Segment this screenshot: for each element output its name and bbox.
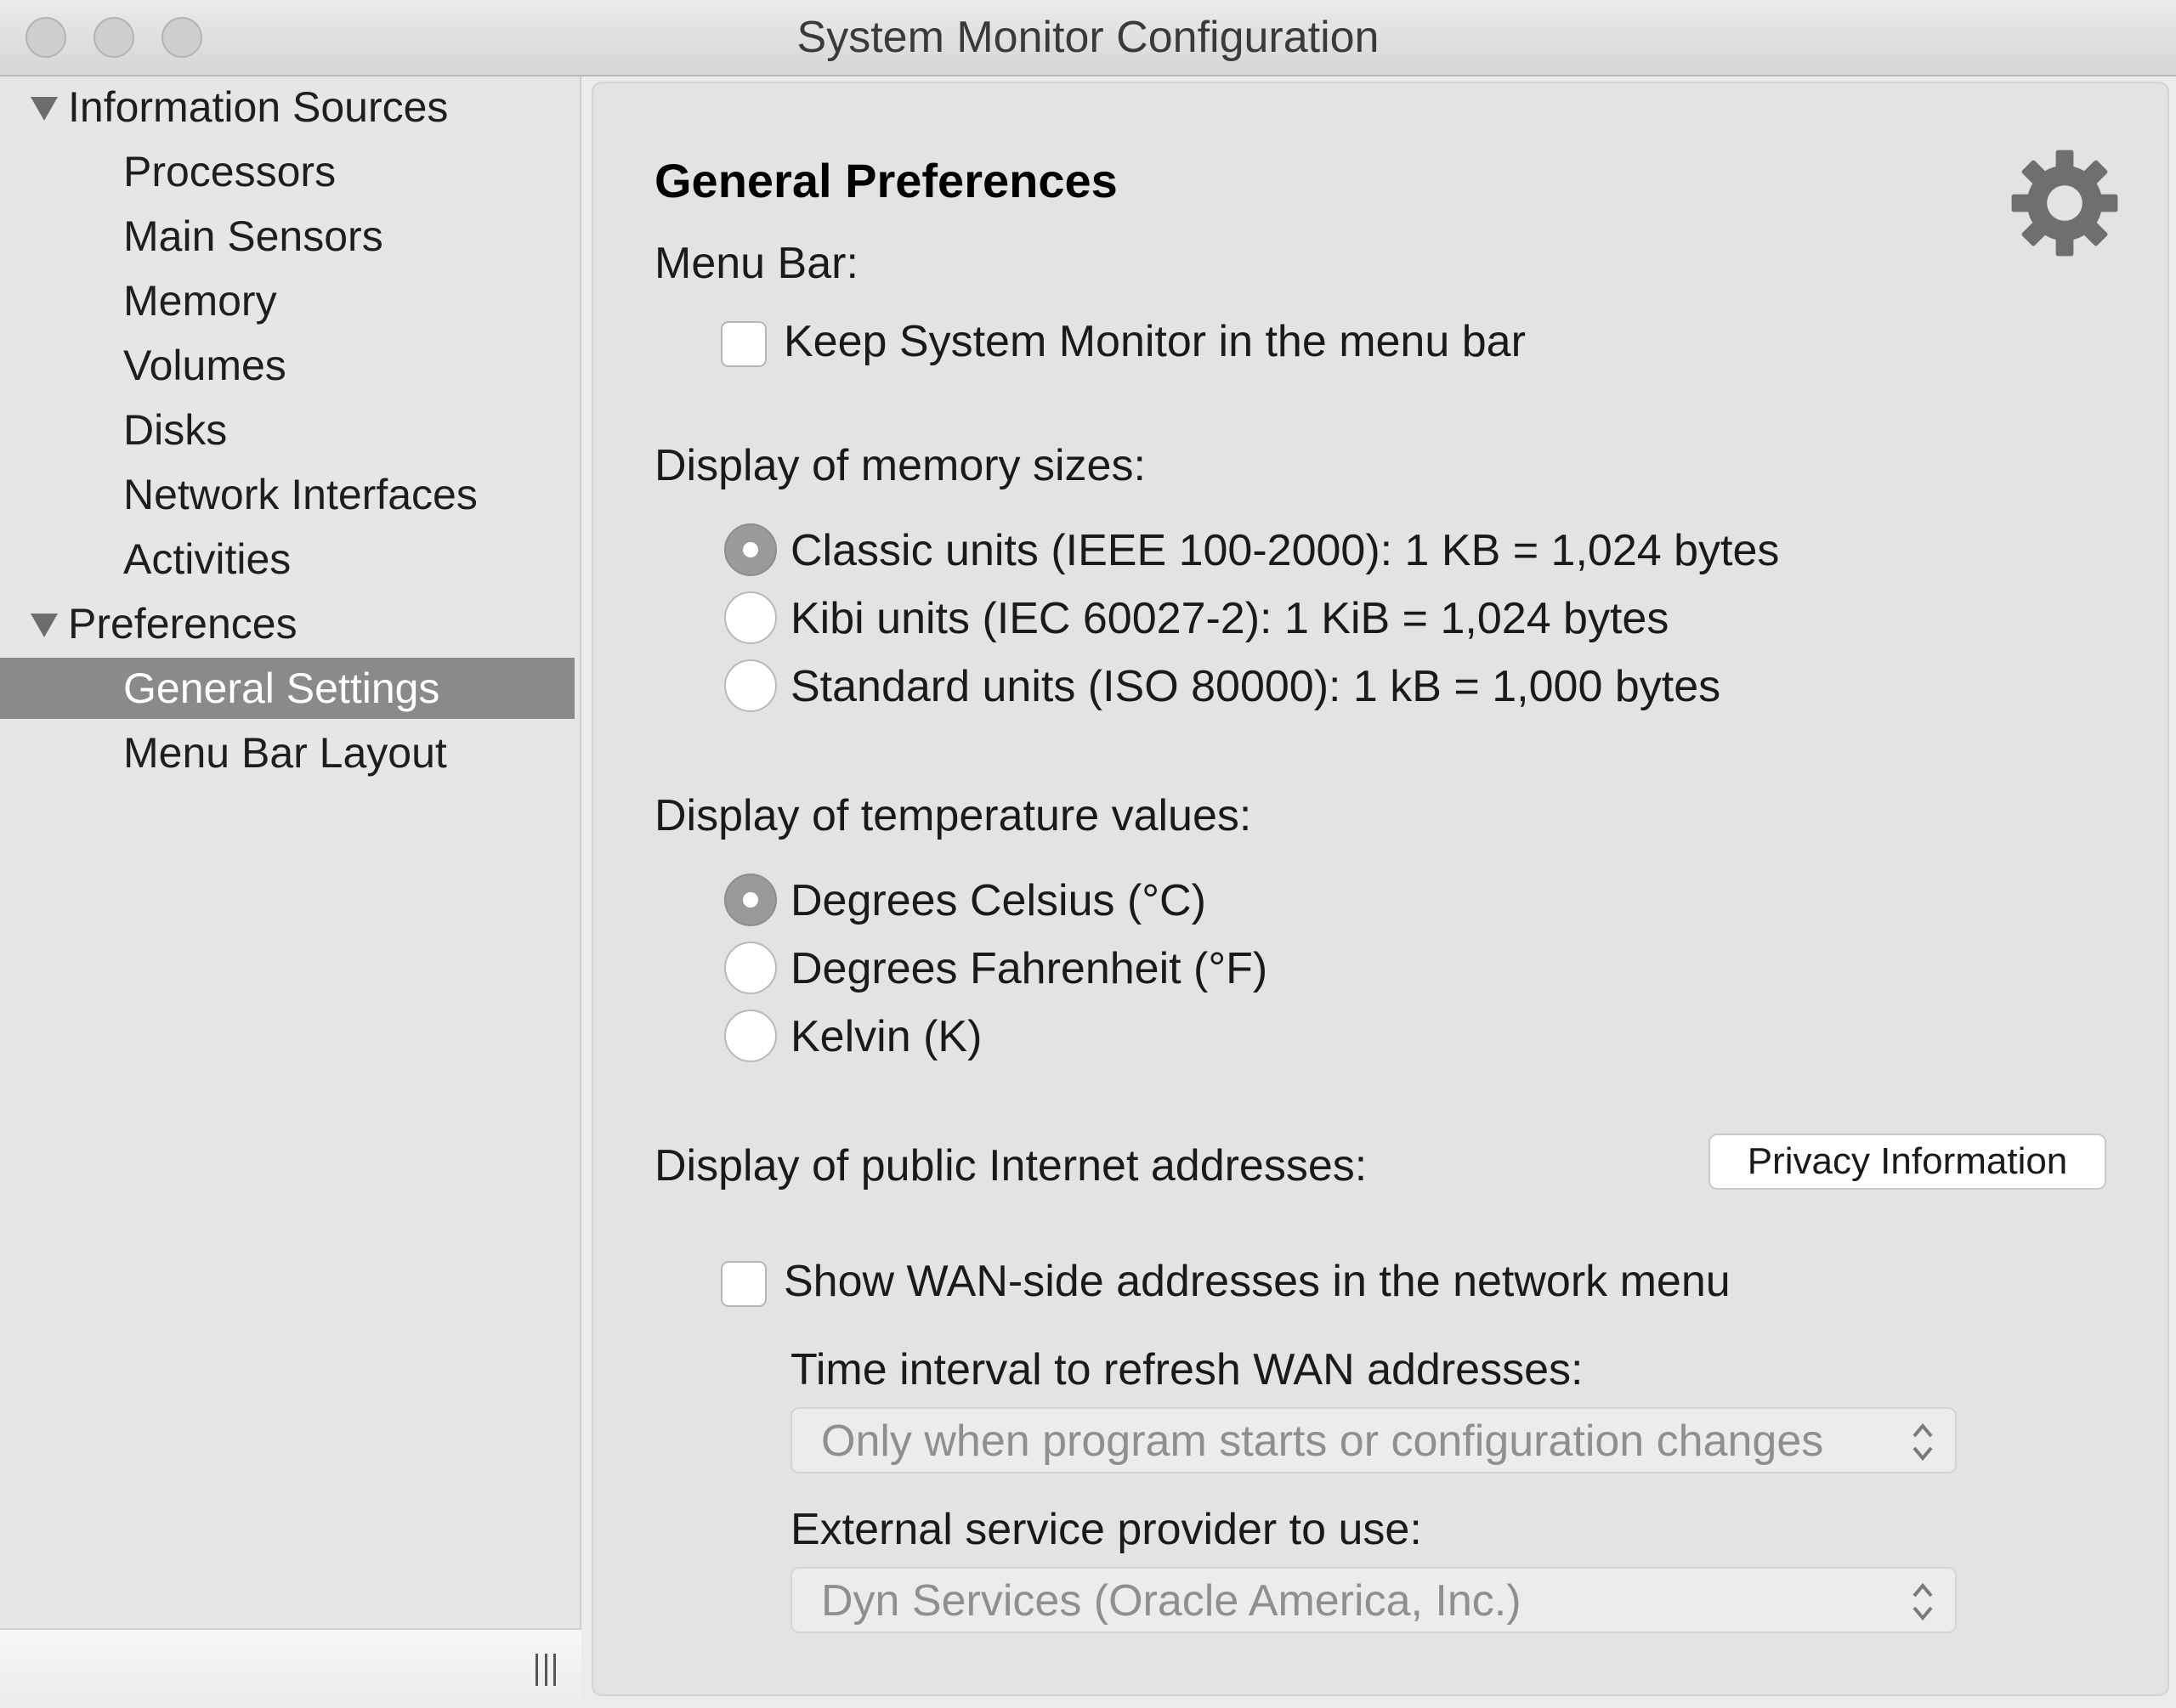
title-bar: System Monitor Configuration [0,0,2176,76]
sidebar-item-main-sensors[interactable]: Main Sensors [0,206,575,267]
wan-checkbox-label: Show WAN-side addresses in the network m… [784,1257,1731,1306]
menu-bar-label: Menu Bar: [654,239,858,288]
sidebar-group-label: Information Sources [68,83,449,131]
refresh-interval-label: Time interval to refresh WAN addresses: [790,1345,1584,1394]
chevron-updown-icon [1912,1582,1933,1621]
sidebar-item-activities[interactable]: Activities [0,529,575,590]
radio-celsius[interactable] [724,874,777,926]
sidebar-item-general-settings[interactable]: General Settings [0,658,575,719]
resize-handle-icon[interactable] [536,1654,556,1686]
sidebar-item-label: Main Sensors [123,212,383,260]
temperature-label: Display of temperature values: [654,791,1252,840]
sidebar-item-menu-bar-layout[interactable]: Menu Bar Layout [0,722,575,783]
menu-bar-checkbox[interactable] [721,321,767,367]
sidebar: Information Sources Processors Main Sens… [0,76,581,1628]
radio-fahrenheit[interactable] [724,942,777,994]
wan-addresses-checkbox[interactable] [721,1261,767,1307]
select-value: Only when program starts or configuratio… [821,1417,1824,1466]
sidebar-item-label: Processors [123,148,337,195]
sidebar-group-label: Preferences [68,600,298,648]
general-preferences-pane: General Preferences Menu Bar: Keep Syste… [592,82,2169,1696]
sidebar-item-label: Activities [123,535,292,583]
chevron-updown-icon [1912,1422,1933,1462]
radio-label: Degrees Celsius (°C) [790,876,1206,925]
sidebar-item-memory[interactable]: Memory [0,270,575,331]
sidebar-item-label: Disks [123,406,228,454]
sidebar-group-preferences[interactable]: Preferences [0,593,575,654]
disclosure-triangle-icon[interactable] [31,97,58,121]
window-title: System Monitor Configuration [796,13,1380,62]
internet-addresses-label: Display of public Internet addresses: [654,1141,1368,1191]
refresh-interval-select[interactable]: Only when program starts or configuratio… [790,1407,1957,1473]
select-value: Dyn Services (Oracle America, Inc.) [821,1576,1522,1626]
radio-label: Standard units (ISO 80000): 1 kB = 1,000… [790,662,1721,711]
radio-kelvin[interactable] [724,1010,777,1062]
sidebar-item-processors[interactable]: Processors [0,141,575,202]
memory-sizes-label: Display of memory sizes: [654,441,1146,490]
privacy-information-button[interactable]: Privacy Information [1708,1134,2106,1190]
service-provider-label: External service provider to use: [790,1505,1422,1554]
sidebar-footer [0,1628,581,1708]
service-provider-select[interactable]: Dyn Services (Oracle America, Inc.) [790,1567,1957,1633]
sidebar-item-label: Menu Bar Layout [123,729,447,777]
radio-label: Degrees Fahrenheit (°F) [790,944,1268,993]
menu-bar-checkbox-label: Keep System Monitor in the menu bar [784,317,1526,366]
sidebar-item-label: Network Interfaces [123,471,478,518]
sidebar-item-label: Memory [123,277,277,325]
radio-classic-units[interactable] [724,523,777,576]
radio-label: Classic units (IEEE 100-2000): 1 KB = 1,… [790,526,1780,575]
disclosure-triangle-icon[interactable] [31,614,58,637]
sidebar-item-label: Volumes [123,342,286,389]
radio-standard-units[interactable] [724,659,777,712]
sidebar-group-information-sources[interactable]: Information Sources [0,76,575,138]
page-title: General Preferences [654,154,1118,207]
radio-kibi-units[interactable] [724,591,777,644]
radio-label: Kelvin (K) [790,1012,983,1061]
radio-label: Kibi units (IEC 60027-2): 1 KiB = 1,024 … [790,594,1669,643]
sidebar-item-volumes[interactable]: Volumes [0,335,575,396]
sidebar-item-network-interfaces[interactable]: Network Interfaces [0,464,575,525]
sidebar-item-disks[interactable]: Disks [0,399,575,461]
sidebar-item-label: General Settings [123,665,440,712]
gear-icon [2011,150,2118,257]
